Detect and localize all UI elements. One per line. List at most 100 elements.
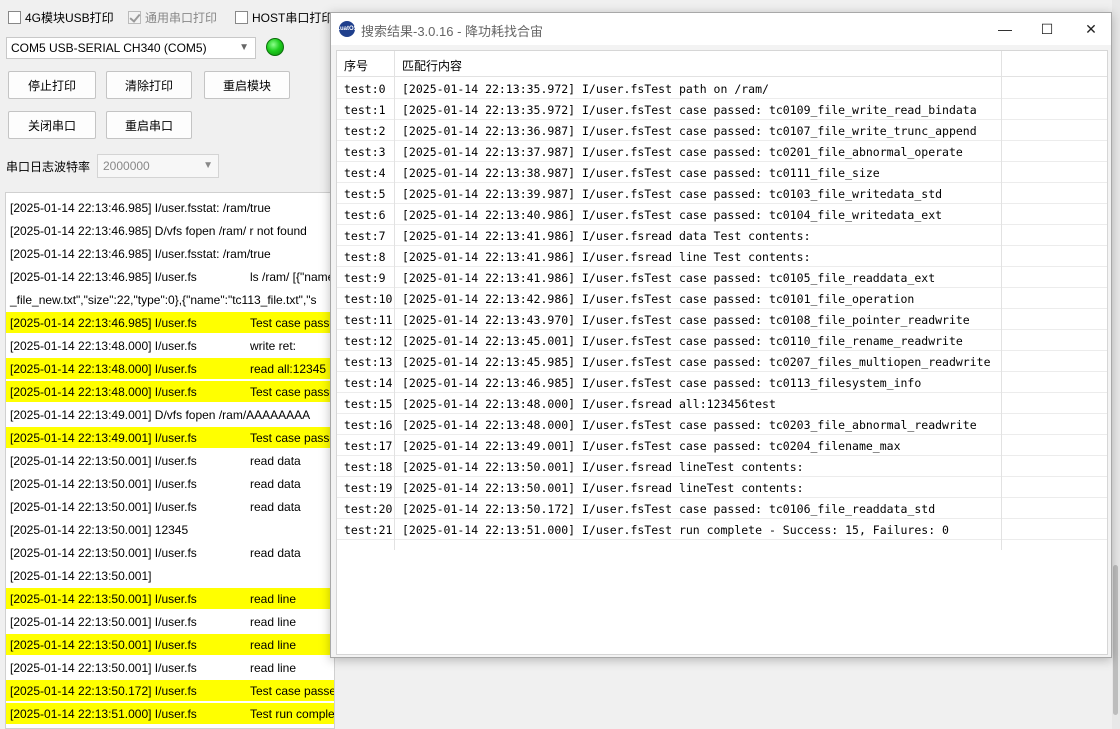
row-index: test:21 [344,523,393,537]
row-index: test:15 [344,397,393,411]
log-row: [2025-01-14 22:13:48.000] I/user.fs read … [6,358,334,379]
table-row[interactable]: test:0 [2025-01-14 22:13:35.972] I/user.f… [337,78,1107,99]
log-row-message: read data [250,476,301,491]
log-row-message: ls /ram/ [{"name [250,269,335,284]
column-header-index[interactable]: 序号 [344,57,368,74]
log-row-message: Test case passed [250,384,335,399]
checkbox-4g-usb-print[interactable]: 4G模块USB打印 [8,9,114,25]
table-row[interactable]: test:16 [2025-01-14 22:13:48.000] I/user.… [337,414,1107,435]
table-row[interactable]: test:11 [2025-01-14 22:13:43.970] I/user.… [337,309,1107,330]
row-content: [2025-01-14 22:13:37.987] I/user.fsTest … [402,145,963,159]
table-row[interactable]: test:2 [2025-01-14 22:13:36.987] I/user.f… [337,120,1107,141]
search-results-table[interactable]: 序号 匹配行内容 test:0 [2025-01-14 22:13:35.972]… [336,50,1108,655]
log-row-timestamp: [2025-01-14 22:13:50.001] 12345 [10,522,189,537]
row-index: test:18 [344,460,393,474]
serial-log-panel[interactable]: [2025-01-14 22:13:46.985] I/user.fsstat:… [5,192,335,729]
table-row[interactable]: test:15 [2025-01-14 22:13:48.000] I/user.… [337,393,1107,414]
row-index: test:11 [344,313,393,327]
chevron-down-icon[interactable]: ▼ [239,42,249,53]
close-port-button[interactable]: 关闭串口 [8,111,96,139]
row-index: test:16 [344,418,393,432]
column-divider [394,51,395,550]
row-content: [2025-01-14 22:13:45.985] I/user.fsTest … [402,355,991,369]
row-content: [2025-01-14 22:13:40.986] I/user.fsTest … [402,208,943,222]
row-index: test:5 [344,187,386,201]
checkbox-serial-box[interactable] [128,10,141,24]
baud-rate-select[interactable]: 2000000 ▼ [97,154,219,178]
table-row[interactable]: test:21 [2025-01-14 22:13:51.000] I/user.… [337,519,1107,540]
table-row[interactable]: test:3 [2025-01-14 22:13:37.987] I/user.f… [337,141,1107,162]
print-options-bar: 4G模块USB打印 通用串口打印 HOST串口打印 [0,0,340,34]
table-row[interactable]: test:14 [2025-01-14 22:13:46.985] I/user.… [337,372,1107,393]
row-content: [2025-01-14 22:13:38.987] I/user.fsTest … [402,166,880,180]
log-row: [2025-01-14 22:13:50.001] I/user.fs read … [6,657,334,678]
search-result-window: LuatOS 搜索结果-3.0.16 - 降功耗找合宙 — ☐ ✕ 序号 匹配行… [330,12,1112,658]
row-content: [2025-01-14 22:13:39.987] I/user.fsTest … [402,187,943,201]
table-row[interactable]: test:12 [2025-01-14 22:13:45.001] I/user.… [337,330,1107,351]
log-row-message: Test run complete - Success: 15, Failure… [250,706,335,721]
minimize-icon[interactable]: — [985,17,1025,41]
main-scrollbar[interactable] [1112,0,1120,729]
log-row-timestamp: [2025-01-14 22:13:50.001] I/user.fs [10,614,197,629]
row-index: test:2 [344,124,386,138]
checkbox-serial-label: 通用串口打印 [145,10,218,25]
table-row[interactable]: test:7 [2025-01-14 22:13:41.986] I/user.f… [337,225,1107,246]
log-row: [2025-01-14 22:13:46.985] I/user.fsstat:… [6,243,334,264]
row-content: [2025-01-14 22:13:51.000] I/user.fsTest … [402,523,949,537]
table-row[interactable]: test:9 [2025-01-14 22:13:41.986] I/user.f… [337,267,1107,288]
chevron-down-icon[interactable]: ▼ [203,160,213,171]
row-content: [2025-01-14 22:13:48.000] I/user.fsTest … [402,418,977,432]
row-index: test:3 [344,145,386,159]
close-icon[interactable]: ✕ [1071,17,1111,41]
maximize-icon[interactable]: ☐ [1027,17,1067,41]
column-divider [1001,51,1002,550]
baud-rate-value: 2000000 [103,159,150,173]
log-row-timestamp: [2025-01-14 22:13:46.985] D/vfs fopen /r… [10,223,307,238]
search-window-titlebar[interactable]: LuatOS 搜索结果-3.0.16 - 降功耗找合宙 — ☐ ✕ [331,13,1111,45]
row-content: [2025-01-14 22:13:36.987] I/user.fsTest … [402,124,977,138]
stop-print-button[interactable]: 停止打印 [8,71,96,99]
table-row[interactable]: test:1 [2025-01-14 22:13:35.972] I/user.f… [337,99,1107,120]
row-content: [2025-01-14 22:13:49.001] I/user.fsTest … [402,439,901,453]
checkbox-host-box[interactable] [235,10,248,24]
log-row: [2025-01-14 22:13:48.000] I/user.fs write… [6,335,334,356]
log-row: [2025-01-14 22:13:50.001] I/user.fs read … [6,450,334,471]
log-row-timestamp: [2025-01-14 22:13:51.000] I/user.fs [10,706,197,721]
checkbox-serial-print[interactable]: 通用串口打印 [128,9,217,25]
log-row-timestamp: [2025-01-14 22:13:46.985] I/user.fs [10,269,197,284]
checkbox-host-serial-print[interactable]: HOST串口打印 [235,9,333,25]
table-row[interactable]: test:17 [2025-01-14 22:13:49.001] I/user.… [337,435,1107,456]
restart-port-button[interactable]: 重启串口 [106,111,192,139]
log-row: [2025-01-14 22:13:49.001] I/user.fs Test … [6,427,335,448]
log-row: [2025-01-14 22:13:50.001] 12345 [6,519,334,540]
table-row[interactable]: test:8 [2025-01-14 22:13:41.986] I/user.f… [337,246,1107,267]
window-title: 搜索结果-3.0.16 - 降功耗找合宙 [361,24,544,39]
table-row[interactable]: test:10 [2025-01-14 22:13:42.986] I/user.… [337,288,1107,309]
row-content: [2025-01-14 22:13:41.986] I/user.fsread … [402,250,811,264]
restart-module-button[interactable]: 重启模块 [204,71,290,99]
table-row[interactable]: test:5 [2025-01-14 22:13:39.987] I/user.f… [337,183,1107,204]
log-row-timestamp: [2025-01-14 22:13:50.001] I/user.fs [10,476,197,491]
luatos-app-icon: LuatOS [336,21,358,37]
log-row-message: Test case passed [250,430,335,445]
table-row[interactable]: test:19 [2025-01-14 22:13:50.001] I/user.… [337,477,1107,498]
checkbox-4g-box[interactable] [8,10,21,24]
log-row-timestamp: [2025-01-14 22:13:50.001] I/user.fs [10,499,197,514]
row-content: [2025-01-14 22:13:46.985] I/user.fsTest … [402,376,922,390]
table-row[interactable]: test:13 [2025-01-14 22:13:45.985] I/user.… [337,351,1107,372]
row-index: test:9 [344,271,386,285]
clear-print-button[interactable]: 清除打印 [106,71,192,99]
table-row[interactable]: test:20 [2025-01-14 22:13:50.172] I/user.… [337,498,1107,519]
main-scrollbar-thumb[interactable] [1113,565,1118,715]
log-row-timestamp: [2025-01-14 22:13:49.001] D/vfs fopen /r… [10,407,311,422]
row-content: [2025-01-14 22:13:50.001] I/user.fsread … [402,460,804,474]
row-index: test:0 [344,82,386,96]
table-row[interactable]: test:18 [2025-01-14 22:13:50.001] I/user.… [337,456,1107,477]
table-row[interactable]: test:6 [2025-01-14 22:13:40.986] I/user.f… [337,204,1107,225]
log-row-message: read data [250,499,301,514]
log-row-message: read line [250,614,297,629]
column-header-content[interactable]: 匹配行内容 [402,57,462,74]
com-port-select[interactable]: COM5 USB-SERIAL CH340 (COM5) ▼ [6,37,256,59]
log-row-message: Test case passed: tc0106_file_readdata_s… [250,683,335,698]
table-row[interactable]: test:4 [2025-01-14 22:13:38.987] I/user.f… [337,162,1107,183]
